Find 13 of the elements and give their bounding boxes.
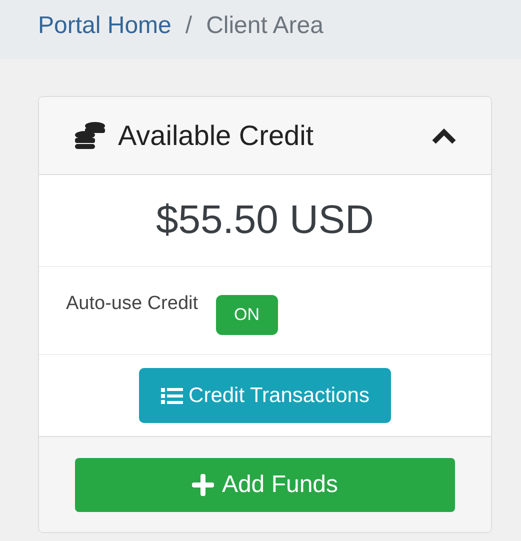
add-funds-button[interactable]: Add Funds	[75, 458, 455, 512]
breadcrumb-separator: /	[185, 12, 192, 40]
credit-amount: $55.50 USD	[39, 175, 491, 267]
auto-use-label: Auto-use Credit	[66, 292, 198, 314]
breadcrumb-link[interactable]: Portal Home	[38, 12, 172, 40]
credit-transactions-button[interactable]: Credit Transactions	[138, 368, 392, 423]
panel-title: Available Credit	[118, 120, 315, 152]
coins-icon	[74, 120, 106, 150]
toggle-button[interactable]: ON	[216, 294, 278, 334]
collapse-chevron-icon[interactable]	[431, 126, 457, 144]
breadcrumb-current: Client Area	[206, 12, 324, 40]
list-icon	[160, 386, 183, 404]
plus-icon	[192, 474, 214, 496]
